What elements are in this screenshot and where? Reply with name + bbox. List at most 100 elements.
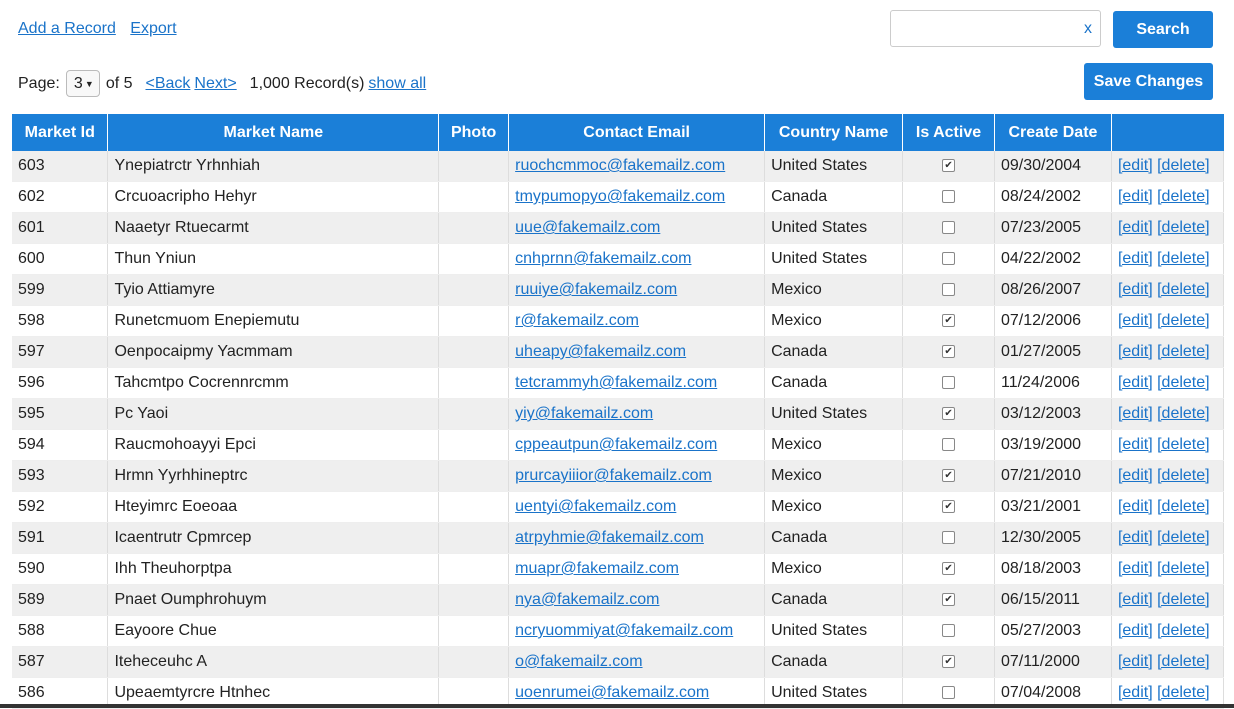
- contact-email-link[interactable]: r@fakemailz.com: [515, 312, 639, 329]
- is-active-checkbox[interactable]: [942, 252, 956, 266]
- delete-link[interactable]: [delete]: [1157, 374, 1209, 391]
- edit-link[interactable]: [edit]: [1118, 498, 1153, 515]
- edit-link[interactable]: [edit]: [1118, 560, 1153, 577]
- contact-email-cell: cppeautpun@fakemailz.com: [508, 429, 766, 461]
- delete-link[interactable]: [delete]: [1157, 498, 1209, 515]
- next-link[interactable]: Next>: [194, 75, 236, 93]
- is-active-checkbox[interactable]: ✔: [942, 314, 956, 328]
- contact-email-cell: ruuiye@fakemailz.com: [508, 274, 766, 306]
- delete-link[interactable]: [delete]: [1157, 312, 1209, 329]
- contact-email-link[interactable]: uoenrumei@fakemailz.com: [515, 684, 709, 701]
- edit-link[interactable]: [edit]: [1118, 157, 1153, 174]
- contact-email-cell: tmypumopyo@fakemailz.com: [508, 181, 766, 213]
- column-header-photo[interactable]: Photo: [438, 114, 510, 151]
- delete-link[interactable]: [delete]: [1157, 343, 1209, 360]
- is-active-checkbox[interactable]: ✔: [942, 500, 956, 514]
- edit-link[interactable]: [edit]: [1118, 467, 1153, 484]
- is-active-checkbox[interactable]: ✔: [942, 562, 956, 576]
- column-header-create-date[interactable]: Create Date: [994, 114, 1112, 151]
- column-header-country-name[interactable]: Country Name: [764, 114, 904, 151]
- edit-link[interactable]: [edit]: [1118, 374, 1153, 391]
- contact-email-link[interactable]: tmypumopyo@fakemailz.com: [515, 188, 725, 205]
- save-changes-button[interactable]: Save Changes: [1084, 63, 1213, 100]
- edit-link[interactable]: [edit]: [1118, 188, 1153, 205]
- delete-link[interactable]: [delete]: [1157, 436, 1209, 453]
- is-active-checkbox[interactable]: ✔: [942, 469, 956, 483]
- column-header-is-active[interactable]: Is Active: [902, 114, 995, 151]
- delete-link[interactable]: [delete]: [1157, 219, 1209, 236]
- search-input[interactable]: [899, 11, 1083, 46]
- is-active-cell: [902, 243, 995, 275]
- delete-link[interactable]: [delete]: [1157, 405, 1209, 422]
- contact-email-link[interactable]: yiy@fakemailz.com: [515, 405, 653, 422]
- column-header-contact-email[interactable]: Contact Email: [508, 114, 766, 151]
- export-link[interactable]: Export: [130, 20, 176, 37]
- market-id-cell: 599: [12, 274, 109, 306]
- edit-link[interactable]: [edit]: [1118, 250, 1153, 267]
- market-name-cell: Eayoore Chue: [107, 615, 440, 647]
- market-name-cell: Runetcmuom Enepiemutu: [107, 305, 440, 337]
- delete-link[interactable]: [delete]: [1157, 653, 1209, 670]
- contact-email-link[interactable]: prurcayiiior@fakemailz.com: [515, 467, 712, 484]
- delete-link[interactable]: [delete]: [1157, 529, 1209, 546]
- contact-email-link[interactable]: o@fakemailz.com: [515, 653, 642, 670]
- edit-link[interactable]: [edit]: [1118, 281, 1153, 298]
- is-active-checkbox[interactable]: [942, 531, 956, 545]
- contact-email-link[interactable]: uentyi@fakemailz.com: [515, 498, 676, 515]
- contact-email-link[interactable]: ruuiye@fakemailz.com: [515, 281, 677, 298]
- contact-email-link[interactable]: nya@fakemailz.com: [515, 591, 659, 608]
- edit-link[interactable]: [edit]: [1118, 653, 1153, 670]
- contact-email-link[interactable]: ncryuommiyat@fakemailz.com: [515, 622, 733, 639]
- is-active-checkbox[interactable]: ✔: [942, 345, 956, 359]
- delete-link[interactable]: [delete]: [1157, 560, 1209, 577]
- search-button[interactable]: Search: [1113, 11, 1213, 48]
- edit-link[interactable]: [edit]: [1118, 684, 1153, 701]
- edit-link[interactable]: [edit]: [1118, 405, 1153, 422]
- contact-email-link[interactable]: uheapy@fakemailz.com: [515, 343, 686, 360]
- is-active-checkbox[interactable]: [942, 190, 956, 204]
- delete-link[interactable]: [delete]: [1157, 188, 1209, 205]
- edit-link[interactable]: [edit]: [1118, 622, 1153, 639]
- contact-email-link[interactable]: ruochcmmoc@fakemailz.com: [515, 157, 725, 174]
- edit-link[interactable]: [edit]: [1118, 219, 1153, 236]
- market-name-cell: Crcuoacripho Hehyr: [107, 181, 440, 213]
- is-active-cell: ✔: [902, 305, 995, 337]
- contact-email-link[interactable]: uue@fakemailz.com: [515, 219, 660, 236]
- add-record-link[interactable]: Add a Record: [18, 20, 116, 37]
- delete-link[interactable]: [delete]: [1157, 281, 1209, 298]
- edit-link[interactable]: [edit]: [1118, 312, 1153, 329]
- column-header-market-id[interactable]: Market Id: [12, 114, 109, 151]
- delete-link[interactable]: [delete]: [1157, 467, 1209, 484]
- is-active-checkbox[interactable]: [942, 686, 956, 700]
- create-date-cell: 05/27/2003: [994, 615, 1112, 647]
- contact-email-link[interactable]: cnhprnn@fakemailz.com: [515, 250, 691, 267]
- is-active-checkbox[interactable]: [942, 221, 956, 235]
- is-active-checkbox[interactable]: ✔: [942, 593, 956, 607]
- show-all-link[interactable]: show all: [368, 75, 426, 93]
- contact-email-link[interactable]: muapr@fakemailz.com: [515, 560, 679, 577]
- edit-link[interactable]: [edit]: [1118, 343, 1153, 360]
- clear-search-icon[interactable]: x: [1084, 20, 1092, 38]
- contact-email-link[interactable]: cppeautpun@fakemailz.com: [515, 436, 717, 453]
- delete-link[interactable]: [delete]: [1157, 157, 1209, 174]
- delete-link[interactable]: [delete]: [1157, 591, 1209, 608]
- edit-link[interactable]: [edit]: [1118, 591, 1153, 608]
- is-active-checkbox[interactable]: [942, 624, 956, 638]
- delete-link[interactable]: [delete]: [1157, 684, 1209, 701]
- delete-link[interactable]: [delete]: [1157, 622, 1209, 639]
- page-select[interactable]: 3 ▼: [65, 70, 100, 97]
- is-active-checkbox[interactable]: [942, 283, 956, 297]
- search-box: x: [890, 10, 1101, 47]
- contact-email-link[interactable]: atrpyhmie@fakemailz.com: [515, 529, 704, 546]
- edit-link[interactable]: [edit]: [1118, 436, 1153, 453]
- back-link[interactable]: <Back: [146, 75, 191, 93]
- edit-link[interactable]: [edit]: [1118, 529, 1153, 546]
- is-active-checkbox[interactable]: ✔: [942, 655, 956, 669]
- is-active-checkbox[interactable]: [942, 376, 956, 390]
- delete-link[interactable]: [delete]: [1157, 250, 1209, 267]
- contact-email-link[interactable]: tetcrammyh@fakemailz.com: [515, 374, 717, 391]
- is-active-checkbox[interactable]: [942, 438, 956, 452]
- column-header-market-name[interactable]: Market Name: [107, 114, 440, 151]
- is-active-checkbox[interactable]: ✔: [942, 159, 956, 173]
- is-active-checkbox[interactable]: ✔: [942, 407, 956, 421]
